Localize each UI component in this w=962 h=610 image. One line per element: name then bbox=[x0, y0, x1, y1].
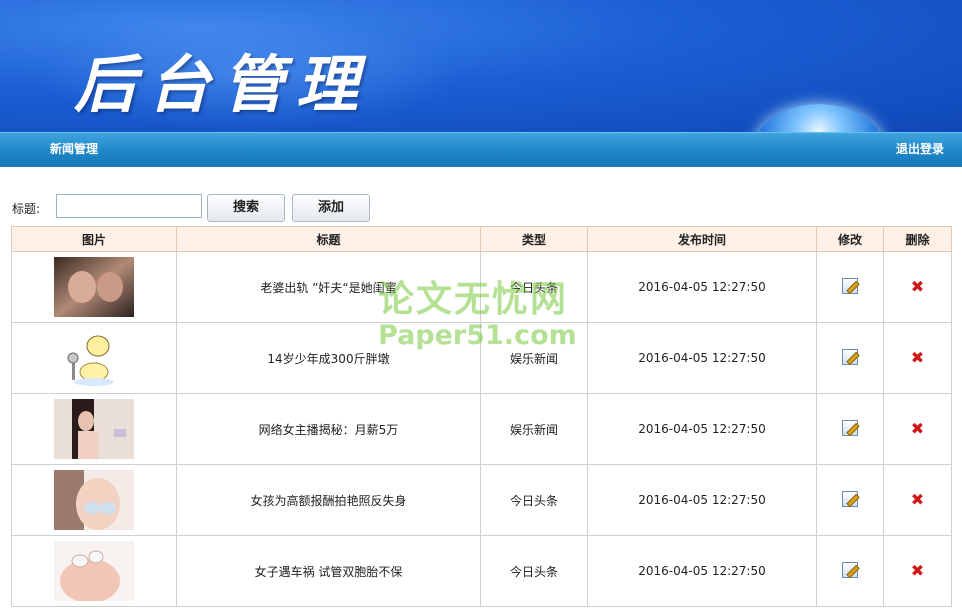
add-button[interactable]: 添加 bbox=[292, 194, 370, 222]
news-table: 图片 标题 类型 发布时间 修改 删除 老婆出轨 ”奸夫“是她闺蜜 今日头条 2… bbox=[11, 226, 952, 607]
table-header-row: 图片 标题 类型 发布时间 修改 删除 bbox=[11, 226, 952, 252]
news-time: 2016-04-05 12:27:50 bbox=[587, 464, 817, 536]
nav-news-management[interactable]: 新闻管理 bbox=[50, 133, 98, 166]
table-row: 网络女主播揭秘：月薪5万 娱乐新闻 2016-04-05 12:27:50 ✖ bbox=[11, 393, 952, 465]
column-header-delete: 删除 bbox=[883, 226, 952, 252]
table-row: 14岁少年成300斤胖墩 娱乐新闻 2016-04-05 12:27:50 ✖ bbox=[11, 322, 952, 394]
logout-link[interactable]: 退出登录 bbox=[896, 133, 944, 166]
news-thumbnail[interactable] bbox=[54, 257, 134, 317]
table-row: 女子遇车祸 试管双胞胎不保 今日头条 2016-04-05 12:27:50 ✖ bbox=[11, 535, 952, 607]
news-time: 2016-04-05 12:27:50 bbox=[587, 535, 817, 607]
column-header-edit: 修改 bbox=[816, 226, 884, 252]
news-title: 老婆出轨 ”奸夫“是她闺蜜 bbox=[176, 251, 481, 323]
table-row: 女孩为高额报酬拍艳照反失身 今日头条 2016-04-05 12:27:50 ✖ bbox=[11, 464, 952, 536]
news-thumbnail[interactable] bbox=[54, 541, 134, 601]
news-time: 2016-04-05 12:27:50 bbox=[587, 322, 817, 394]
news-thumbnail[interactable] bbox=[54, 328, 134, 388]
delete-icon[interactable]: ✖ bbox=[911, 421, 924, 437]
edit-icon[interactable] bbox=[842, 348, 858, 365]
nav-bar: 新闻管理 退出登录 bbox=[0, 132, 962, 167]
column-header-time: 发布时间 bbox=[587, 226, 817, 252]
edit-icon[interactable] bbox=[842, 277, 858, 294]
news-thumbnail[interactable] bbox=[54, 399, 134, 459]
news-time: 2016-04-05 12:27:50 bbox=[587, 393, 817, 465]
edit-icon[interactable] bbox=[842, 561, 858, 578]
edit-icon[interactable] bbox=[842, 490, 858, 507]
news-title: 女孩为高额报酬拍艳照反失身 bbox=[176, 464, 481, 536]
column-header-type: 类型 bbox=[480, 226, 588, 252]
news-title: 女子遇车祸 试管双胞胎不保 bbox=[176, 535, 481, 607]
search-label: 标题: bbox=[12, 202, 41, 216]
search-button[interactable]: 搜索 bbox=[207, 194, 285, 222]
column-header-title: 标题 bbox=[176, 226, 481, 252]
news-title: 网络女主播揭秘：月薪5万 bbox=[176, 393, 481, 465]
news-type: 娱乐新闻 bbox=[480, 393, 588, 465]
delete-icon[interactable]: ✖ bbox=[911, 492, 924, 508]
delete-icon[interactable]: ✖ bbox=[911, 279, 924, 295]
page-title: 后台管理 bbox=[74, 48, 371, 121]
news-type: 今日头条 bbox=[480, 464, 588, 536]
globe-graphic bbox=[754, 104, 884, 132]
news-time: 2016-04-05 12:27:50 bbox=[587, 251, 817, 323]
header-banner: 后台管理 bbox=[0, 0, 962, 132]
delete-icon[interactable]: ✖ bbox=[911, 350, 924, 366]
news-title: 14岁少年成300斤胖墩 bbox=[176, 322, 481, 394]
delete-icon[interactable]: ✖ bbox=[911, 563, 924, 579]
news-type: 今日头条 bbox=[480, 535, 588, 607]
search-input[interactable] bbox=[56, 194, 202, 218]
news-thumbnail[interactable] bbox=[54, 470, 134, 530]
news-type: 娱乐新闻 bbox=[480, 322, 588, 394]
table-row: 老婆出轨 ”奸夫“是她闺蜜 今日头条 2016-04-05 12:27:50 ✖ bbox=[11, 251, 952, 323]
column-header-image: 图片 bbox=[11, 226, 177, 252]
edit-icon[interactable] bbox=[842, 419, 858, 436]
news-type: 今日头条 bbox=[480, 251, 588, 323]
